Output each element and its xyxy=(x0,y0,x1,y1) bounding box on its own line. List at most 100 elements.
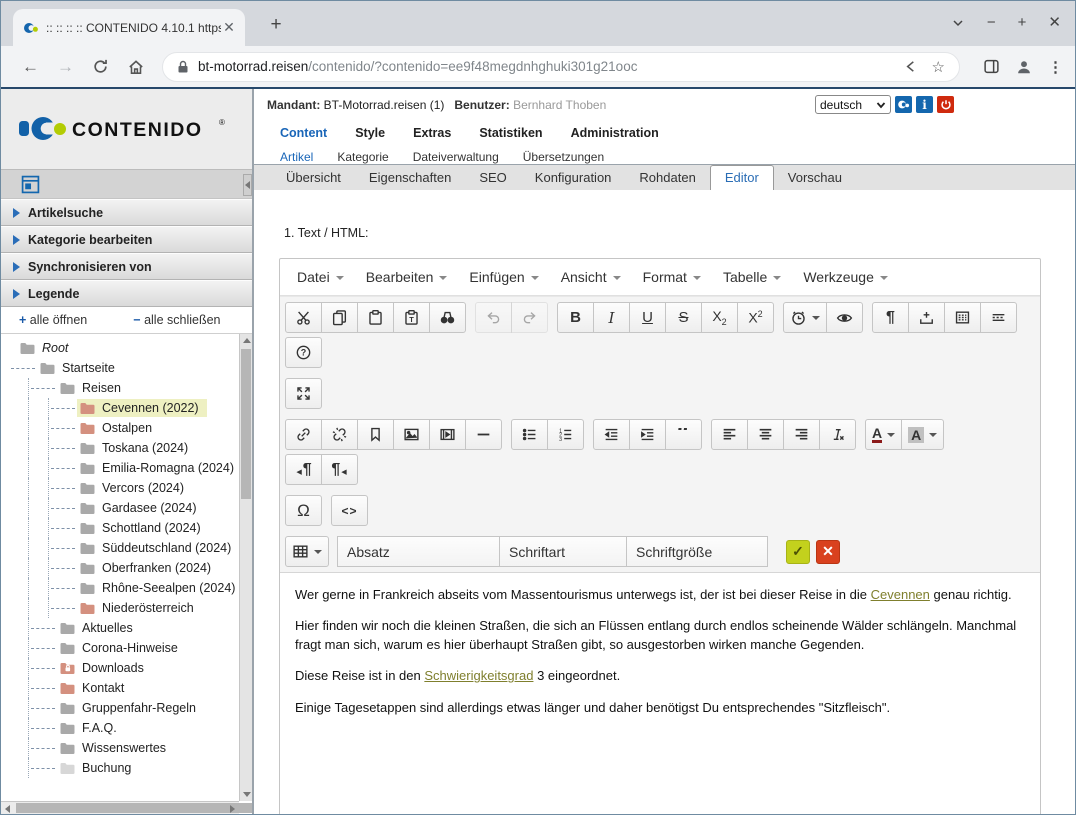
tab-editor[interactable]: Editor xyxy=(710,165,774,190)
accordion-synchronisieren-von[interactable]: Synchronisieren von xyxy=(1,253,252,280)
font-size-select[interactable]: Schriftgröße xyxy=(626,536,768,567)
block-format-select[interactable]: Absatz xyxy=(337,536,500,567)
ltr-icon[interactable]: ◀¶ xyxy=(285,454,322,485)
scroll-right-icon[interactable] xyxy=(226,802,239,814)
italic-icon[interactable]: I xyxy=(593,302,630,333)
menu-format[interactable]: Format xyxy=(632,263,712,291)
anchor-icon[interactable] xyxy=(357,419,394,450)
menu-datei[interactable]: Datei xyxy=(286,263,355,291)
redo-icon[interactable] xyxy=(511,302,548,333)
menu-ansicht[interactable]: Ansicht xyxy=(550,263,632,291)
tree-node-vercors-2024-[interactable]: Vercors (2024) xyxy=(77,479,192,497)
tree-node-kontakt[interactable]: Kontakt xyxy=(57,679,132,697)
font-family-select[interactable]: Schriftart xyxy=(499,536,627,567)
tree-node-cevennen-2022-[interactable]: Cevennen (2022) xyxy=(77,399,207,417)
menu-bearbeiten[interactable]: Bearbeiten xyxy=(355,263,459,291)
fullscreen-icon[interactable] xyxy=(285,378,322,409)
tree-node-downloads[interactable]: Downloads xyxy=(57,659,152,677)
tab-konfiguration[interactable]: Konfiguration xyxy=(521,166,626,190)
tab-rohdaten[interactable]: Rohdaten xyxy=(625,166,709,190)
maximize-icon[interactable]: + xyxy=(1018,11,1027,35)
copy-icon[interactable] xyxy=(321,302,358,333)
tree-node-corona-hinweise[interactable]: Corona-Hinweise xyxy=(57,639,186,657)
tree-node-schottland-2024-[interactable]: Schottland (2024) xyxy=(77,519,209,537)
content-link[interactable]: Cevennen xyxy=(871,587,930,602)
menu-tabelle[interactable]: Tabelle xyxy=(712,263,792,291)
paste-text-icon[interactable]: T xyxy=(393,302,430,333)
tree-node-toskana-2024-[interactable]: Toskana (2024) xyxy=(77,439,196,457)
nav-item-administration[interactable]: Administration xyxy=(571,126,659,140)
info-icon[interactable]: i xyxy=(916,96,933,113)
undo-icon[interactable] xyxy=(475,302,512,333)
tree-node-startseite[interactable]: Startseite xyxy=(37,359,123,377)
accordion-legende[interactable]: Legende xyxy=(1,280,252,307)
tree-node-gardasee-2024-[interactable]: Gardasee (2024) xyxy=(77,499,205,517)
scroll-left-icon[interactable] xyxy=(1,802,14,814)
align-left-icon[interactable] xyxy=(711,419,748,450)
contenido-home-icon[interactable] xyxy=(895,96,912,113)
tab-close-icon[interactable]: ✕ xyxy=(221,19,237,36)
subnav-item-dateiverwaltung[interactable]: Dateiverwaltung xyxy=(413,150,499,164)
accordion-kategorie-bearbeiten[interactable]: Kategorie bearbeiten xyxy=(1,226,252,253)
bookmark-star-icon[interactable]: ☆ xyxy=(932,58,945,76)
unlink-icon[interactable] xyxy=(321,419,358,450)
tree-node-root[interactable]: Root xyxy=(17,339,76,357)
frame-layout-icon[interactable] xyxy=(21,175,40,194)
tree-horizontal-scrollbar[interactable] xyxy=(1,801,239,814)
tree-node-reisen[interactable]: Reisen xyxy=(57,379,129,397)
tab-search-chevron-icon[interactable] xyxy=(951,16,965,30)
tab-vorschau[interactable]: Vorschau xyxy=(774,166,856,190)
tab-übersicht[interactable]: Übersicht xyxy=(272,166,355,190)
tree-node-emilia-romagna-2024-[interactable]: Emilia-Romagna (2024) xyxy=(77,459,239,477)
table-icon[interactable] xyxy=(285,536,329,567)
subnav-item-kategorie[interactable]: Kategorie xyxy=(337,150,388,164)
content-link[interactable]: Schwierigkeitsgrad xyxy=(424,668,533,683)
text-color-icon[interactable]: A xyxy=(865,419,902,450)
side-panel-icon[interactable] xyxy=(983,58,1000,75)
logout-power-icon[interactable] xyxy=(937,96,954,113)
insertdatetime-icon[interactable] xyxy=(783,302,827,333)
underline-icon[interactable]: U xyxy=(629,302,666,333)
template-icon[interactable] xyxy=(944,302,981,333)
nav-item-extras[interactable]: Extras xyxy=(413,126,451,140)
toc-icon[interactable] xyxy=(908,302,945,333)
rtl-icon[interactable]: ¶◀ xyxy=(321,454,358,485)
source-code-icon[interactable]: <> xyxy=(331,495,368,526)
subscript-icon[interactable]: X2 xyxy=(701,302,738,333)
tree-node-f-a-q-[interactable]: F.A.Q. xyxy=(57,719,125,737)
close-icon[interactable]: ✕ xyxy=(1048,11,1061,35)
align-center-icon[interactable] xyxy=(747,419,784,450)
outdent-icon[interactable] xyxy=(593,419,630,450)
strikethrough-icon[interactable]: S xyxy=(665,302,702,333)
horizontal-scroll-thumb[interactable] xyxy=(16,803,252,813)
tree-node-gruppenfahr-regeln[interactable]: Gruppenfahr-Regeln xyxy=(57,699,204,717)
editor-content[interactable]: Wer gerne in Frankreich abseits vom Mass… xyxy=(280,572,1040,815)
accordion-artikelsuche[interactable]: Artikelsuche xyxy=(1,199,252,226)
menu-werkzeuge[interactable]: Werkzeuge xyxy=(792,263,899,291)
scroll-up-icon[interactable] xyxy=(240,334,252,347)
tab-seo[interactable]: SEO xyxy=(465,166,520,190)
bullet-list-icon[interactable] xyxy=(511,419,548,450)
paste-icon[interactable] xyxy=(357,302,394,333)
tab-eigenschaften[interactable]: Eigenschaften xyxy=(355,166,465,190)
tree-node-ostalpen[interactable]: Ostalpen xyxy=(77,419,160,437)
tree-node-s-ddeutschland-2024-[interactable]: Süddeutschland (2024) xyxy=(77,539,239,557)
numbered-list-icon[interactable]: 123 xyxy=(547,419,584,450)
bold-icon[interactable]: B xyxy=(557,302,594,333)
tree-node-nieder-sterreich[interactable]: Niederösterreich xyxy=(77,599,202,617)
indent-icon[interactable] xyxy=(629,419,666,450)
collapse-all-link[interactable]: − alle schließen xyxy=(133,313,220,327)
page-break-icon[interactable] xyxy=(980,302,1017,333)
subnav-item--bersetzungen[interactable]: Übersetzungen xyxy=(523,150,604,164)
reload-icon[interactable] xyxy=(92,58,109,75)
image-icon[interactable] xyxy=(393,419,430,450)
subnav-item-artikel[interactable]: Artikel xyxy=(280,150,313,164)
sidebar-collapse-handle[interactable] xyxy=(243,174,252,196)
home-icon[interactable] xyxy=(127,58,145,76)
background-color-icon[interactable]: A xyxy=(901,419,944,450)
back-icon[interactable]: ← xyxy=(22,57,39,77)
tree-node-wissenswertes[interactable]: Wissenswertes xyxy=(57,739,174,757)
share-icon[interactable] xyxy=(903,59,918,74)
cut-icon[interactable] xyxy=(285,302,322,333)
paragraph-marks-icon[interactable]: ¶ xyxy=(872,302,909,333)
